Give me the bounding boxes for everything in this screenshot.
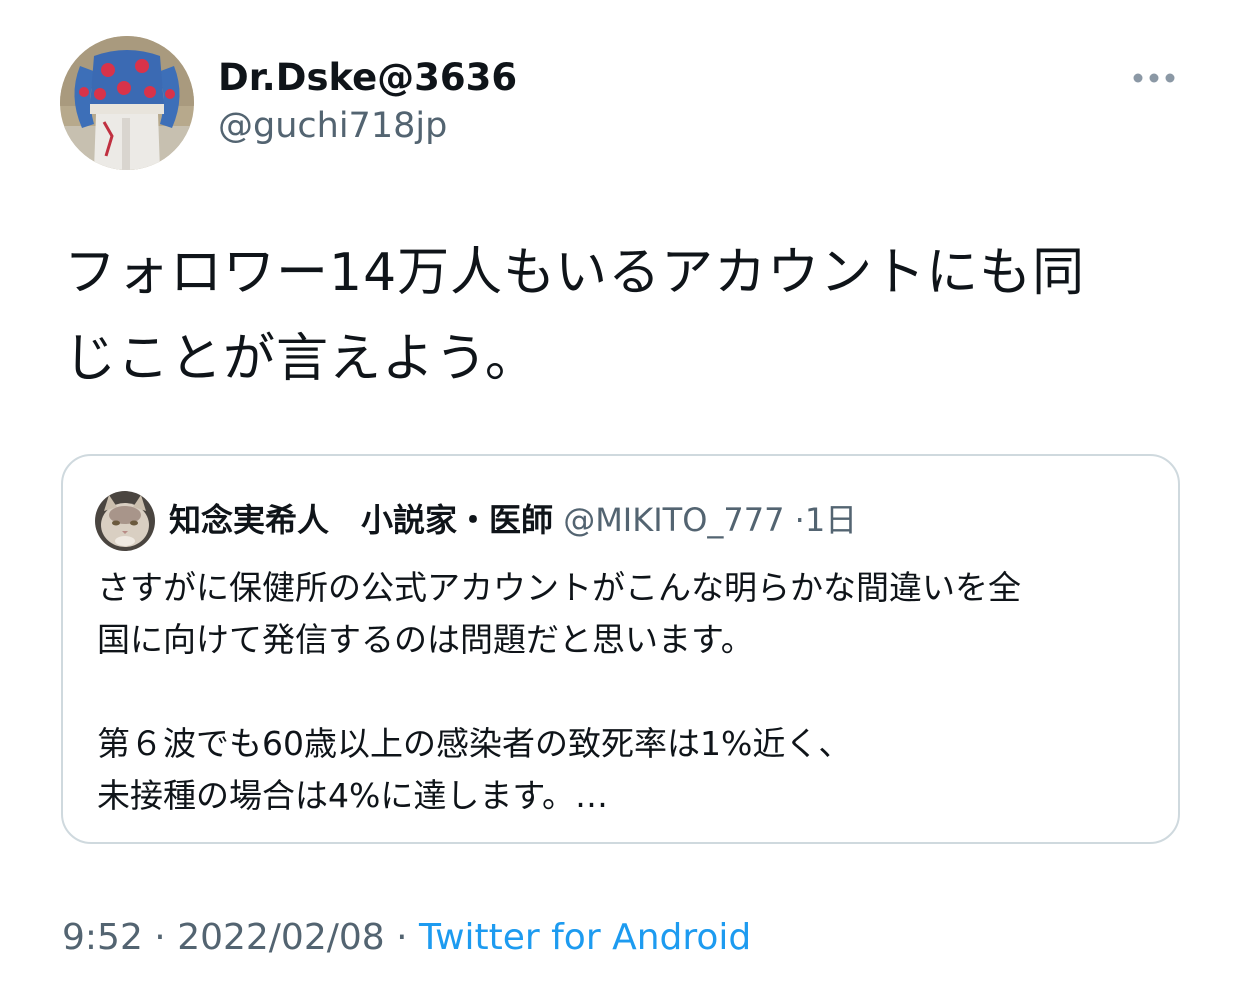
quoted-tweet-text: さすがに保健所の公式アカウントがこんな明らかな間違いを全 国に向けて発信するのは… <box>97 562 1157 822</box>
quoted-text-line: 国に向けて発信するのは問題だと思います。 <box>97 620 754 659</box>
quoted-tweet-card[interactable]: 知念実希人 小説家・医師 @MIKITO_777 ·1日 さすがに保健所の公式ア… <box>61 454 1180 844</box>
quoted-paragraph: さすがに保健所の公式アカウントがこんな明らかな間違いを全 国に向けて発信するのは… <box>97 562 1157 666</box>
quoted-author-handle[interactable]: @MIKITO_777 <box>563 501 784 539</box>
quoted-text-line: 未接種の場合は4%に達します。… <box>97 776 609 815</box>
meta-separator: · <box>384 917 420 958</box>
tweet-meta: 9:52 · 2022/02/08 · Twitter for Android <box>62 914 751 962</box>
quoted-paragraph: 第６波でも60歳以上の感染者の致死率は1%近く、 未接種の場合は4%に達します。… <box>97 718 1157 822</box>
tweet-date[interactable]: 2022/02/08 <box>177 917 385 958</box>
quoted-text-line: さすがに保健所の公式アカウントがこんな明らかな間違いを全 <box>97 568 1021 607</box>
quoted-author-display-name[interactable]: 知念実希人 小説家・医師 <box>169 501 553 539</box>
author-display-name[interactable]: Dr.Dske@3636 <box>218 54 517 102</box>
tweet-text-line: じことが言えよう。 <box>64 329 538 389</box>
author-avatar[interactable] <box>60 36 194 170</box>
meta-separator: · <box>142 917 178 958</box>
author-handle[interactable]: @guchi718jp <box>218 103 447 149</box>
cat-avatar-icon <box>95 491 155 551</box>
avatar-image <box>60 36 194 170</box>
more-button[interactable] <box>1120 56 1188 100</box>
quoted-text-line: 第６波でも60歳以上の感染者の致死率は1%近く、 <box>97 724 852 763</box>
tweet-source-link[interactable]: Twitter for Android <box>419 917 751 958</box>
quoted-author-avatar[interactable] <box>95 491 155 551</box>
tweet-text: フォロワー14万人もいるアカウントにも同 じことが言えよう。 <box>64 230 1174 402</box>
quoted-tweet-header: 知念実希人 小説家・医師 @MIKITO_777 ·1日 <box>169 498 857 542</box>
quoted-separator: · <box>794 501 805 539</box>
tweet-text-line: フォロワー14万人もいるアカウントにも同 <box>64 243 1086 303</box>
tweet-time[interactable]: 9:52 <box>62 917 143 958</box>
more-icon <box>1133 73 1175 83</box>
quoted-timestamp[interactable]: 1日 <box>805 501 857 539</box>
